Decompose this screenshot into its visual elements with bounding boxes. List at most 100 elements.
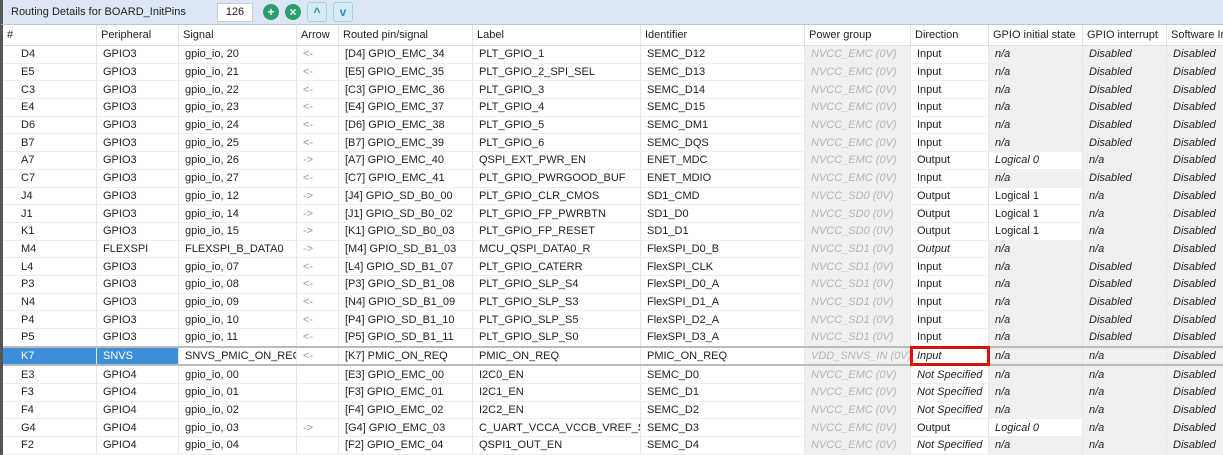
arrow-cell[interactable]: ->: [297, 187, 339, 205]
peripheral-cell[interactable]: GPIO3: [97, 99, 179, 117]
gpio-initial-state-cell[interactable]: n/a: [989, 46, 1083, 64]
direction-cell[interactable]: Not Specified: [911, 437, 989, 455]
signal-cell[interactable]: gpio_io, 14: [179, 205, 297, 223]
pin-cell[interactable]: P3: [2, 275, 97, 293]
gpio-initial-state-cell[interactable]: n/a: [989, 293, 1083, 311]
signal-cell[interactable]: gpio_io, 02: [179, 401, 297, 419]
gpio-initial-state-cell[interactable]: n/a: [989, 63, 1083, 81]
gpio-initial-state-cell[interactable]: n/a: [989, 116, 1083, 134]
peripheral-cell[interactable]: GPIO4: [97, 437, 179, 455]
gpio-interrupt-cell[interactable]: Disabled: [1083, 311, 1167, 329]
pin-cell[interactable]: P5: [2, 329, 97, 347]
label-cell[interactable]: PLT_GPIO_5: [473, 116, 641, 134]
label-cell[interactable]: PLT_GPIO_SLP_S0: [473, 329, 641, 347]
peripheral-cell[interactable]: GPIO3: [97, 134, 179, 152]
column-header[interactable]: Peripheral: [97, 25, 179, 46]
pin-cell[interactable]: D4: [2, 46, 97, 64]
routed-pin-cell[interactable]: [K1] GPIO_SD_B0_03: [339, 222, 473, 240]
power-group-cell[interactable]: NVCC_SD1 (0V): [805, 293, 911, 311]
pin-cell[interactable]: G4: [2, 419, 97, 437]
arrow-cell[interactable]: ->: [297, 240, 339, 258]
pin-cell[interactable]: M4: [2, 240, 97, 258]
table-row[interactable]: J4GPIO3gpio_io, 12->[J4] GPIO_SD_B0_00PL…: [2, 187, 1223, 205]
direction-cell[interactable]: Not Specified: [911, 401, 989, 419]
table-row[interactable]: J1GPIO3gpio_io, 14->[J1] GPIO_SD_B0_02PL…: [2, 205, 1223, 223]
arrow-cell[interactable]: <-: [297, 293, 339, 311]
peripheral-cell[interactable]: GPIO3: [97, 169, 179, 187]
gpio-initial-state-cell[interactable]: n/a: [989, 258, 1083, 276]
identifier-cell[interactable]: FlexSPI_D0_B: [641, 240, 805, 258]
table-row[interactable]: D4GPIO3gpio_io, 20<-[D4] GPIO_EMC_34PLT_…: [2, 46, 1223, 64]
power-group-cell[interactable]: NVCC_EMC (0V): [805, 81, 911, 99]
gpio-interrupt-cell[interactable]: Disabled: [1083, 46, 1167, 64]
pin-cell[interactable]: K7: [2, 347, 97, 366]
arrow-cell[interactable]: <-: [297, 81, 339, 99]
gpio-initial-state-cell[interactable]: n/a: [989, 329, 1083, 347]
power-group-cell[interactable]: NVCC_EMC (0V): [805, 169, 911, 187]
direction-cell[interactable]: Output: [911, 240, 989, 258]
gpio-initial-state-cell[interactable]: n/a: [989, 311, 1083, 329]
identifier-cell[interactable]: FlexSPI_D1_A: [641, 293, 805, 311]
label-cell[interactable]: PMIC_ON_REQ: [473, 347, 641, 366]
arrow-cell[interactable]: <-: [297, 134, 339, 152]
label-cell[interactable]: PLT_GPIO_3: [473, 81, 641, 99]
gpio-initial-state-cell[interactable]: Logical 1: [989, 205, 1083, 223]
arrow-cell[interactable]: [297, 365, 339, 383]
table-row[interactable]: G4GPIO4gpio_io, 03->[G4] GPIO_EMC_03C_UA…: [2, 419, 1223, 437]
direction-cell[interactable]: Input: [911, 63, 989, 81]
arrow-cell[interactable]: <-: [297, 275, 339, 293]
direction-cell[interactable]: Input: [911, 258, 989, 276]
gpio-initial-state-cell[interactable]: n/a: [989, 81, 1083, 99]
software-input-cell[interactable]: Disabled: [1167, 169, 1223, 187]
signal-cell[interactable]: gpio_io, 11: [179, 329, 297, 347]
label-cell[interactable]: I2C2_EN: [473, 401, 641, 419]
identifier-cell[interactable]: SD1_CMD: [641, 187, 805, 205]
peripheral-cell[interactable]: GPIO3: [97, 275, 179, 293]
chevron-down-icon[interactable]: v: [333, 2, 353, 22]
software-input-cell[interactable]: Disabled: [1167, 347, 1223, 366]
pin-cell[interactable]: B7: [2, 134, 97, 152]
pin-cell[interactable]: L4: [2, 258, 97, 276]
power-group-cell[interactable]: NVCC_SD1 (0V): [805, 275, 911, 293]
column-header[interactable]: Identifier: [641, 25, 805, 46]
table-row[interactable]: M4FLEXSPIFLEXSPI_B_DATA0->[M4] GPIO_SD_B…: [2, 240, 1223, 258]
table-row[interactable]: F3GPIO4gpio_io, 01[F3] GPIO_EMC_01I2C1_E…: [2, 384, 1223, 402]
power-group-cell[interactable]: NVCC_EMC (0V): [805, 401, 911, 419]
power-group-cell[interactable]: NVCC_SD0 (0V): [805, 205, 911, 223]
signal-cell[interactable]: gpio_io, 04: [179, 437, 297, 455]
signal-cell[interactable]: gpio_io, 24: [179, 116, 297, 134]
signal-cell[interactable]: gpio_io, 07: [179, 258, 297, 276]
gpio-interrupt-cell[interactable]: n/a: [1083, 222, 1167, 240]
peripheral-cell[interactable]: FLEXSPI: [97, 240, 179, 258]
table-row[interactable]: E3GPIO4gpio_io, 00[E3] GPIO_EMC_00I2C0_E…: [2, 365, 1223, 383]
routed-pin-cell[interactable]: [E3] GPIO_EMC_00: [339, 365, 473, 383]
direction-cell[interactable]: Input: [911, 293, 989, 311]
pin-cell[interactable]: E5: [2, 63, 97, 81]
software-input-cell[interactable]: Disabled: [1167, 81, 1223, 99]
peripheral-cell[interactable]: GPIO4: [97, 419, 179, 437]
arrow-cell[interactable]: <-: [297, 116, 339, 134]
identifier-cell[interactable]: SD1_D1: [641, 222, 805, 240]
pin-cell[interactable]: F3: [2, 384, 97, 402]
label-cell[interactable]: PLT_GPIO_SLP_S5: [473, 311, 641, 329]
arrow-cell[interactable]: ->: [297, 152, 339, 170]
software-input-cell[interactable]: Disabled: [1167, 258, 1223, 276]
gpio-initial-state-cell[interactable]: n/a: [989, 401, 1083, 419]
identifier-cell[interactable]: SEMC_D1: [641, 384, 805, 402]
gpio-initial-state-cell[interactable]: n/a: [989, 169, 1083, 187]
column-header[interactable]: GPIO initial state: [989, 25, 1083, 46]
direction-cell[interactable]: Output: [911, 419, 989, 437]
software-input-cell[interactable]: Disabled: [1167, 293, 1223, 311]
arrow-cell[interactable]: <-: [297, 311, 339, 329]
routed-pin-cell[interactable]: [N4] GPIO_SD_B1_09: [339, 293, 473, 311]
power-group-cell[interactable]: NVCC_SD1 (0V): [805, 329, 911, 347]
power-group-cell[interactable]: NVCC_EMC (0V): [805, 384, 911, 402]
gpio-interrupt-cell[interactable]: Disabled: [1083, 329, 1167, 347]
software-input-cell[interactable]: Disabled: [1167, 187, 1223, 205]
routed-pin-cell[interactable]: [D4] GPIO_EMC_34: [339, 46, 473, 64]
power-group-cell[interactable]: NVCC_EMC (0V): [805, 365, 911, 383]
arrow-cell[interactable]: [297, 384, 339, 402]
routed-pin-cell[interactable]: [F3] GPIO_EMC_01: [339, 384, 473, 402]
gpio-interrupt-cell[interactable]: Disabled: [1083, 293, 1167, 311]
signal-cell[interactable]: gpio_io, 20: [179, 46, 297, 64]
